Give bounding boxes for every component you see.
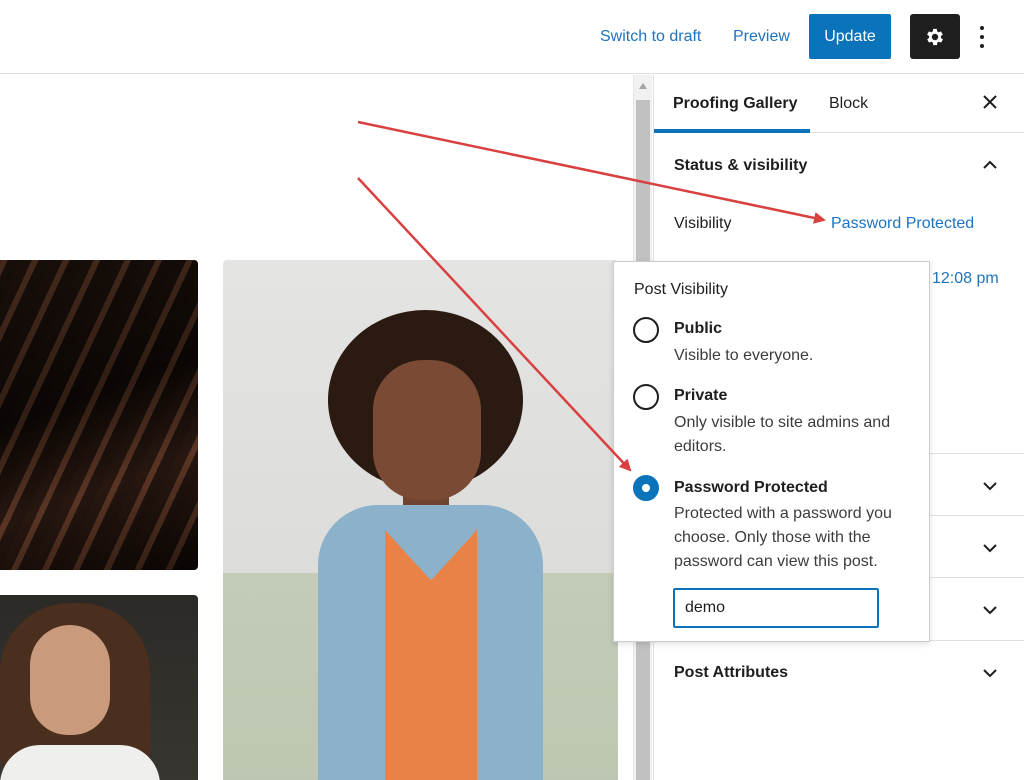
gallery-image-woman[interactable] — [223, 260, 618, 780]
post-visibility-popover: Post Visibility Public Visible to everyo… — [613, 261, 930, 642]
sidebar-tabs: Proofing Gallery Block — [654, 75, 1024, 133]
status-visibility-heading[interactable]: Status & visibility — [674, 157, 807, 175]
radio-password-protected[interactable] — [633, 475, 659, 501]
tab-block[interactable]: Block — [829, 95, 868, 113]
option-description: Visible to everyone. — [674, 347, 814, 364]
tab-proofing-gallery[interactable]: Proofing Gallery — [673, 95, 797, 113]
vertical-ellipsis-icon — [980, 26, 984, 30]
option-label[interactable]: Private — [674, 387, 727, 405]
more-options-button[interactable] — [972, 24, 992, 50]
chevron-down-icon[interactable] — [982, 540, 998, 556]
chevron-up-icon[interactable] — [982, 157, 998, 173]
chevron-down-icon[interactable] — [982, 602, 998, 618]
post-attributes-heading[interactable]: Post Attributes — [674, 664, 788, 682]
scroll-up-icon[interactable] — [639, 83, 647, 89]
radio-public[interactable] — [633, 317, 659, 343]
chevron-down-icon[interactable] — [982, 665, 998, 681]
popover-title: Post Visibility — [634, 281, 728, 298]
chevron-down-icon[interactable] — [982, 478, 998, 494]
option-label[interactable]: Public — [674, 320, 722, 338]
password-input[interactable] — [673, 588, 879, 628]
publish-date-toggle[interactable]: 12:08 pm — [932, 270, 999, 288]
update-button[interactable]: Update — [809, 14, 891, 59]
option-description: Protected with a password you choose. On… — [674, 505, 892, 570]
option-description: Only visible to site admins and editors. — [674, 414, 891, 455]
gear-icon — [927, 28, 943, 45]
editor-canvas — [0, 75, 633, 780]
settings-button[interactable] — [910, 14, 960, 59]
close-icon[interactable] — [980, 93, 1000, 113]
visibility-toggle[interactable]: Password Protected — [831, 215, 974, 233]
radio-private[interactable] — [633, 384, 659, 410]
editor-header: Switch to draft Preview Update — [0, 0, 1024, 74]
active-tab-indicator — [654, 129, 810, 133]
gallery-image-man[interactable] — [0, 595, 198, 780]
switch-to-draft-button[interactable]: Switch to draft — [600, 28, 701, 46]
visibility-label: Visibility — [674, 215, 732, 232]
option-label[interactable]: Password Protected — [674, 479, 828, 497]
preview-button[interactable]: Preview — [733, 28, 790, 46]
gallery-image-locs[interactable] — [0, 260, 198, 570]
